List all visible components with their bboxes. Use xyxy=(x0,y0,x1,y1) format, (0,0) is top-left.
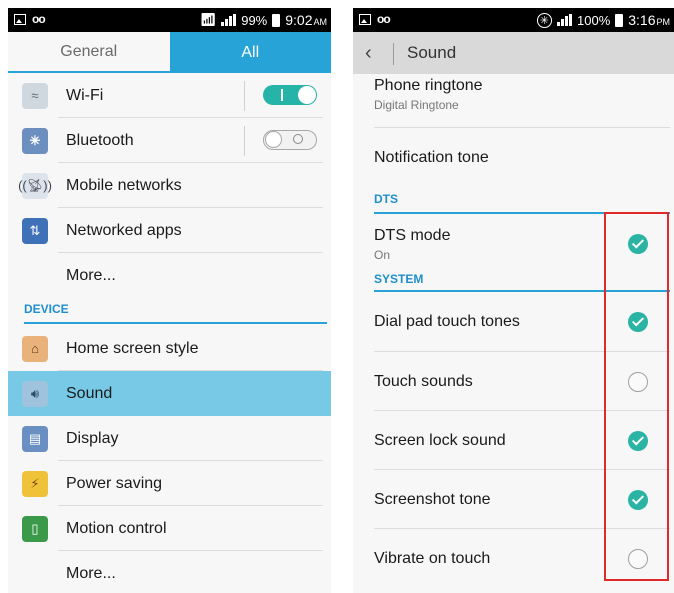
clock: 9:02 xyxy=(285,12,313,28)
settings-item-label: Wi-Fi xyxy=(66,86,104,104)
voicemail-icon: oo xyxy=(377,12,391,26)
section-header-device: DEVICE xyxy=(8,298,331,326)
section-header-label: SYSTEM xyxy=(374,272,424,286)
settings-item-networked-apps[interactable]: ⇅ Networked apps xyxy=(8,208,331,253)
settings-item-label: Networked apps xyxy=(66,221,182,239)
home-icon: ⌂ xyxy=(22,335,48,362)
settings-item-label: Motion control xyxy=(66,519,167,537)
section-header-label: DTS xyxy=(374,192,398,206)
wifi-signal-icon: 📶︎ xyxy=(199,12,217,27)
settings-item-more[interactable]: More... xyxy=(8,253,331,298)
settings-item-label: More... xyxy=(66,564,116,582)
networked-apps-icon: ⇅ xyxy=(22,217,48,244)
back-chevron-icon[interactable]: ‹ xyxy=(365,42,372,65)
sound-settings-screen: oo ✳︎ 100% 3:16 PM ‹ Sound Phone ringtone… xyxy=(353,8,674,593)
voicemail-icon: oo xyxy=(32,12,46,26)
settings-item-label: Power saving xyxy=(66,474,163,492)
settings-item-label: Mobile networks xyxy=(66,176,182,194)
bluetooth-status-icon: ✳︎ xyxy=(536,12,552,28)
settings-item-home-screen-style[interactable]: ⌂ Home screen style xyxy=(8,326,331,371)
tab-general[interactable]: General xyxy=(8,32,170,73)
wifi-toggle[interactable] xyxy=(263,85,317,105)
highlight-box xyxy=(604,212,669,581)
motion-control-icon: ▯ xyxy=(22,515,48,542)
clock: 3:16 xyxy=(628,12,656,28)
settings-item-bluetooth[interactable]: ✳︎ Bluetooth xyxy=(8,118,331,163)
divider xyxy=(393,43,394,65)
settings-item-display[interactable]: ▤ Display xyxy=(8,416,331,461)
settings-item-label: Sound xyxy=(66,384,113,402)
settings-item-motion-control[interactable]: ▯ Motion control xyxy=(8,506,331,551)
cell-signal-icon xyxy=(221,14,237,26)
setting-notification-tone[interactable]: Notification tone xyxy=(353,128,674,188)
status-bar: oo ✳︎ 100% 3:16 PM xyxy=(353,8,674,32)
section-underline xyxy=(24,322,327,324)
clock-ampm: PM xyxy=(656,17,671,27)
page-title: Sound xyxy=(407,43,457,62)
settings-item-wifi[interactable]: ≈ Wi-Fi xyxy=(8,73,331,118)
divider xyxy=(244,81,245,111)
section-header-label: DEVICE xyxy=(24,302,69,316)
battery-icon xyxy=(272,13,281,27)
setting-title: Phone ringtone xyxy=(374,77,483,94)
settings-item-label: Home screen style xyxy=(66,339,199,357)
bluetooth-icon: ✳︎ xyxy=(22,127,48,154)
mobile-networks-icon: ((📡︎)) xyxy=(18,172,52,199)
display-icon: ▤ xyxy=(22,425,48,452)
tab-all[interactable]: All xyxy=(169,32,331,73)
battery-percent: 100% xyxy=(577,12,611,28)
setting-summary: Digital Ringtone xyxy=(374,98,459,112)
sound-icon: 🔊︎ xyxy=(22,380,48,407)
image-notification-icon xyxy=(359,13,371,25)
settings-item-more-device[interactable]: More... xyxy=(8,551,331,593)
settings-item-power-saving[interactable]: ⚡︎ Power saving xyxy=(8,461,331,506)
bluetooth-toggle[interactable] xyxy=(263,130,317,150)
settings-screen: oo 📶︎ 99% 9:02 AM General All ≈ Wi-Fi ✳︎ … xyxy=(8,8,331,593)
settings-item-label: More... xyxy=(66,266,116,284)
battery-percent: 99% xyxy=(241,12,268,28)
settings-item-sound[interactable]: 🔊︎ Sound xyxy=(8,371,331,416)
cell-signal-icon xyxy=(557,14,572,26)
divider xyxy=(244,126,245,156)
settings-item-label: Bluetooth xyxy=(66,131,134,149)
setting-title: Notification tone xyxy=(374,149,489,166)
power-saving-icon: ⚡︎ xyxy=(22,470,48,497)
setting-phone-ringtone[interactable]: Phone ringtone Digital Ringtone xyxy=(353,74,674,128)
image-notification-icon xyxy=(14,13,26,25)
settings-item-mobile-networks[interactable]: ((📡︎)) Mobile networks xyxy=(8,163,331,208)
settings-tabs: General All xyxy=(8,32,331,73)
battery-icon xyxy=(615,13,624,27)
status-bar: oo 📶︎ 99% 9:02 AM xyxy=(8,8,331,32)
clock-ampm: AM xyxy=(313,17,328,27)
wifi-icon: ≈ xyxy=(22,82,48,109)
settings-item-label: Display xyxy=(66,429,119,447)
action-bar: ‹ Sound xyxy=(353,32,674,74)
